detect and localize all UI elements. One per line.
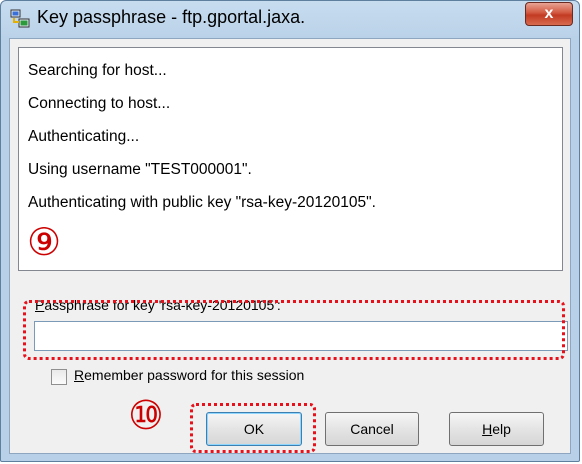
log-line: Authenticating... xyxy=(28,128,140,145)
close-icon: x xyxy=(544,5,554,22)
highlight-ok-button xyxy=(190,403,316,453)
close-button[interactable]: x xyxy=(525,2,573,26)
cancel-button[interactable]: Cancel xyxy=(325,412,419,446)
log-output[interactable]: Searching for host... Connecting to host… xyxy=(18,47,563,271)
remember-label-text: emember password for this session xyxy=(84,367,305,383)
cancel-label: Cancel xyxy=(350,421,394,437)
log-line: Using username "TEST000001". xyxy=(28,161,252,178)
dialog-body: Searching for host... Connecting to host… xyxy=(9,38,571,454)
remember-mnemonic: R xyxy=(74,367,85,383)
putty-computers-icon xyxy=(10,9,30,29)
log-line: Searching for host... xyxy=(28,62,167,79)
window-title: Key passphrase - ftp.gportal.jaxa. xyxy=(37,7,306,27)
log-line: Connecting to host... xyxy=(28,95,171,112)
step-marker-9: ⑨ xyxy=(27,220,62,264)
remember-password-label[interactable]: Remember password for this session xyxy=(74,367,304,383)
help-label-text: elp xyxy=(492,421,511,437)
title-bar[interactable]: Key passphrase - ftp.gportal.jaxa. x xyxy=(1,1,579,37)
help-mnemonic: H xyxy=(482,421,493,437)
dialog-window: Key passphrase - ftp.gportal.jaxa. x Sea… xyxy=(0,0,580,462)
help-label: Help xyxy=(482,421,511,437)
help-button[interactable]: Help xyxy=(449,412,544,446)
log-line: Authenticating with public key "rsa-key-… xyxy=(28,194,376,211)
highlight-passphrase-box xyxy=(23,300,565,360)
checkbox-icon[interactable] xyxy=(51,369,67,385)
step-marker-10: ⑩ xyxy=(128,393,164,439)
